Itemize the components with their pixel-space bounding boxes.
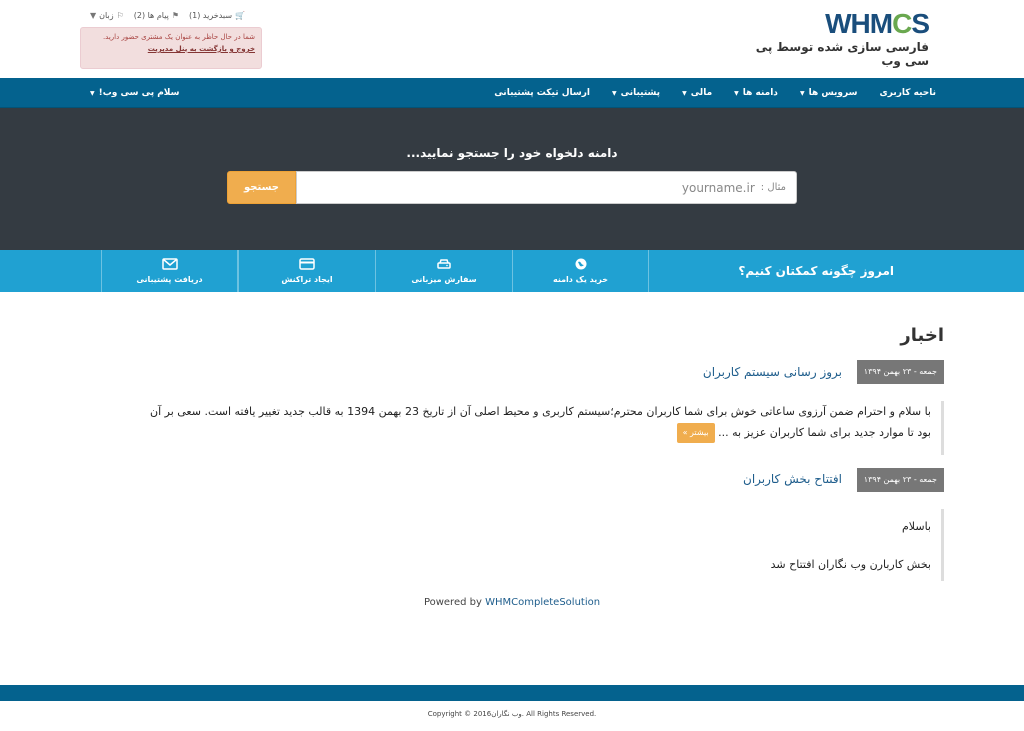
shortcut-label: دریافت پشتیبانی xyxy=(136,275,203,284)
caret-down-icon: ▼ xyxy=(90,11,97,20)
make-payment-shortcut[interactable]: ایجاد تراکنش xyxy=(238,250,375,292)
domain-placeholder: yourname.ir xyxy=(681,180,755,195)
nav-item-support[interactable]: پشتیبانی ▼ xyxy=(612,88,660,98)
help-title: امروز چگونه کمکتان کنیم؟ xyxy=(738,264,894,278)
shortcut-label: سفارش میزبانی xyxy=(411,275,477,284)
language-label: زبان xyxy=(99,11,114,20)
nav-item-label: دامنه ها xyxy=(742,88,778,98)
read-more-button[interactable]: بیشتر » xyxy=(676,423,715,443)
server-icon xyxy=(437,258,451,273)
caret-down-icon: ▼ xyxy=(734,89,739,97)
example-prefix: مثال : xyxy=(760,182,786,193)
account-dropdown[interactable]: سلام پی سی وب! ▼ xyxy=(90,88,180,98)
caret-down-icon: ▼ xyxy=(799,89,805,97)
nav-item-services[interactable]: سرویس ها ▼ xyxy=(800,88,858,98)
news-body-line: با سلام و احترام ضمن آرزوی ساعاتی خوش بر… xyxy=(150,405,931,418)
nav-item-label: پشتیبانی xyxy=(620,88,661,98)
site-logo[interactable]: WHMCS فارسی سازی شده توسط پی سی وب xyxy=(729,8,930,69)
news-title-link[interactable]: بروز رسانی سیستم کاربران xyxy=(703,365,842,379)
footer-bar xyxy=(0,685,1024,701)
admin-alert-text: شما در حال حاظر به عنوان یک مشتری حضور د… xyxy=(102,33,255,41)
cart-link[interactable]: 🛒 سبدخرید (1) xyxy=(189,11,245,20)
language-dropdown[interactable]: ⚐ زبان ▼ xyxy=(90,11,124,20)
return-to-admin-link[interactable]: خروج و بازگشت به پنل مدیریت xyxy=(87,44,255,54)
admin-login-alert: شما در حال حاظر به عنوان یک مشتری حضور د… xyxy=(80,27,262,69)
logo-mark: WHMCS xyxy=(825,8,930,39)
copyright-text: Copyright © 2016وب نگاران. All Rights Re… xyxy=(427,710,597,718)
news-body-line: بخش کاربارن وب نگاران افتتاح شد xyxy=(770,558,931,571)
footer: Copyright © 2016وب نگاران. All Rights Re… xyxy=(0,701,1024,731)
powered-by: Powered by WHMCompleteSolution xyxy=(0,597,1024,608)
nav-item-billing[interactable]: مالی ▼ xyxy=(682,88,712,98)
news-title-link[interactable]: افتتاح بخش کاربران xyxy=(743,472,842,486)
news-date-badge: جمعه - ۲۳ بهمن ۱۳۹۴ xyxy=(856,360,944,384)
account-label: سلام پی سی وب! xyxy=(98,88,180,98)
news-heading: اخبار xyxy=(900,325,944,346)
nav-item-open-ticket[interactable]: ارسال تیکت پشتیبانی xyxy=(494,88,590,98)
header: WHMCS فارسی سازی شده توسط پی سی وب 🛒 سبد… xyxy=(0,0,1024,78)
domain-search-input[interactable]: مثال : yourname.ir xyxy=(296,171,797,204)
news-body: با سلام و احترام ضمن آرزوی ساعاتی خوش بر… xyxy=(104,401,944,455)
cart-icon: 🛒 xyxy=(235,11,245,20)
envelope-icon xyxy=(161,258,178,273)
credit-card-icon xyxy=(299,258,315,273)
shortcut-label: خرید یک دامنه xyxy=(552,275,609,284)
nav-item-label: ناحیه کاربری xyxy=(879,88,936,98)
news-body-line: باسلام xyxy=(901,520,931,533)
news-body-excerpt: بود تا موارد جدید برای شما کاربران عزیز … xyxy=(718,426,931,439)
domain-search-title: دامنه دلخواه خود را جستجو نمایید... xyxy=(406,146,618,160)
language-icon: ⚐ xyxy=(116,11,124,20)
whmcs-link[interactable]: WHMCompleteSolution xyxy=(485,597,600,608)
nav-item-label: ارسال تیکت پشتیبانی xyxy=(494,88,591,98)
search-button[interactable]: جستجو xyxy=(227,171,296,204)
globe-icon xyxy=(575,258,587,273)
order-hosting-shortcut[interactable]: سفارش میزبانی xyxy=(375,250,512,292)
account-menu: سلام پی سی وب! ▼ xyxy=(90,78,180,108)
nav-item-label: مالی xyxy=(690,88,713,98)
powered-prefix: Powered by xyxy=(423,597,482,608)
messages-label: پیام ها (2) xyxy=(133,11,169,20)
main-navbar: ناحیه کاربری سرویس ها ▼ دامنه ها ▼ مالی … xyxy=(0,78,1024,108)
logo-subtitle: فارسی سازی شده توسط پی سی وب xyxy=(755,40,929,68)
domain-search-hero: دامنه دلخواه خود را جستجو نمایید... مثال… xyxy=(0,108,1024,250)
flag-icon: ⚑ xyxy=(171,11,180,20)
cart-label: سبدخرید (1) xyxy=(189,11,233,20)
messages-link[interactable]: ⚑ پیام ها (2) xyxy=(134,11,179,20)
buy-domain-shortcut[interactable]: خرید یک دامنه xyxy=(512,250,649,292)
nav-menu: ناحیه کاربری سرویس ها ▼ دامنه ها ▼ مالی … xyxy=(494,78,936,108)
get-support-shortcut[interactable]: دریافت پشتیبانی xyxy=(101,250,238,292)
nav-item-label: سرویس ها xyxy=(808,88,858,98)
news-date-badge: جمعه - ۲۳ بهمن ۱۳۹۴ xyxy=(856,468,944,492)
top-links: 🛒 سبدخرید (1) ⚑ پیام ها (2) ⚐ زبان ▼ xyxy=(90,11,245,20)
caret-down-icon: ▼ xyxy=(90,89,95,97)
caret-down-icon: ▼ xyxy=(612,89,617,97)
help-bar: امروز چگونه کمکتان کنیم؟ خرید یک دامنه س… xyxy=(0,250,1024,292)
shortcut-label: ایجاد تراکنش xyxy=(281,275,333,284)
news-body: باسلام بخش کاربارن وب نگاران افتتاح شد xyxy=(704,509,944,581)
nav-item-domains[interactable]: دامنه ها ▼ xyxy=(734,88,778,98)
news-body-line: بود تا موارد جدید برای شما کاربران عزیز … xyxy=(104,422,931,443)
nav-item-client-area[interactable]: ناحیه کاربری xyxy=(879,88,936,98)
caret-down-icon: ▼ xyxy=(682,89,687,97)
